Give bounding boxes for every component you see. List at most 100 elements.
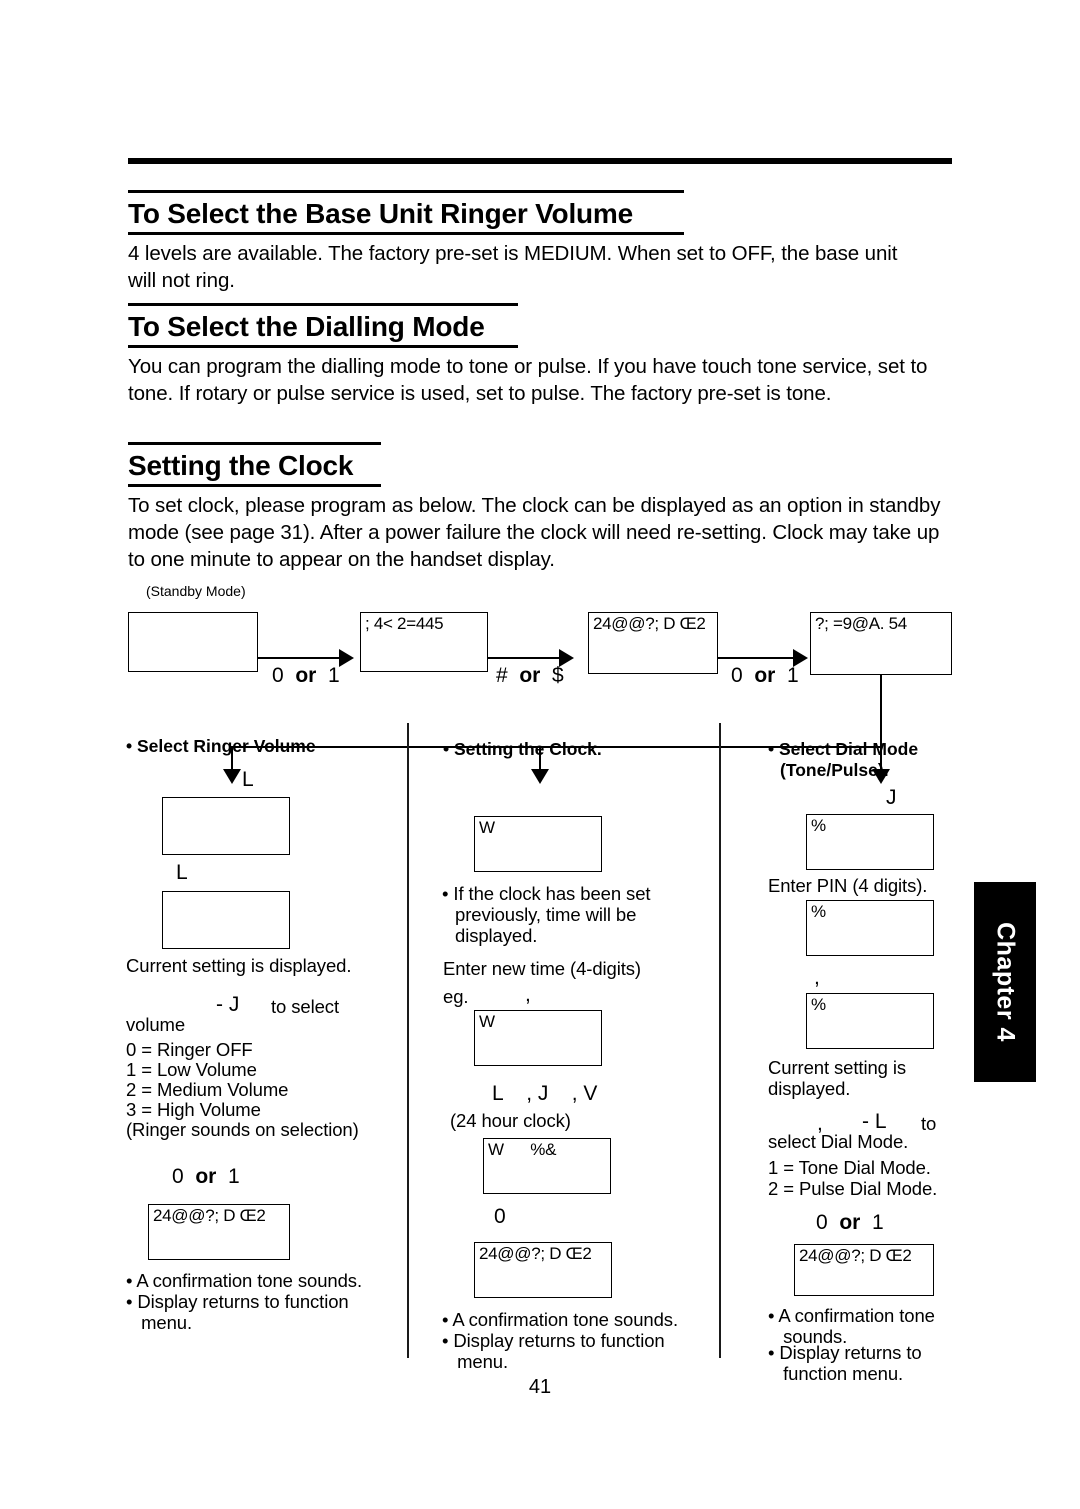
column-2-bullet-2: menu. [442,1351,509,1372]
key-second: 1 [787,664,799,687]
key-first: 0 [172,1165,184,1188]
column-separator-2 [719,723,721,1358]
document-page: To Select the Base Unit Ringer Volume 4 … [0,0,1080,1509]
flow-display-2-text: ; 4< 2=445 [365,614,444,633]
column-2-symbol-row: L , J , V [492,1082,598,1105]
section-body-dialling-mode: You can program the dialling mode to ton… [128,355,928,405]
key-or: or [519,664,541,687]
column-3-key-label: 0 or 1 [816,1211,884,1235]
flow-branch-arrow-1 [223,769,241,784]
column-3-option-1: 2 = Pulse Dial Mode. [768,1178,938,1199]
column-2-bullet-0: • A confirmation tone sounds. [442,1309,679,1330]
heading-rule-top [128,190,684,193]
key-second: $ [552,664,564,687]
column-2-final-display-text: 24@@?; D Œ2 [479,1244,592,1263]
key-or: or [195,1165,217,1188]
column-1-bullet-0: • A confirmation tone sounds. [126,1270,363,1291]
heading-text: To Select the Base Unit Ringer Volume [128,198,633,229]
column-2-display-2-text: W [479,1012,495,1031]
key-first: 0 [494,1205,506,1228]
column-3-note-current-l2: displayed. [768,1078,851,1099]
section-body-setting-clock: To set clock, please program as below. T… [128,494,941,571]
column-3-note-current-l1: Current setting is [768,1057,907,1078]
standby-mode-label: (Standby Mode) [146,583,246,599]
top-rule [128,158,952,164]
column-2-display-3: W %& [483,1138,611,1194]
key-second: 1 [872,1211,884,1234]
column-2-bullet-clock-set-l1: • If the clock has been set [442,883,651,904]
key-second: 1 [228,1165,240,1188]
column-3-final-display: 24@@?; D Œ2 [794,1244,934,1296]
column-2-display-3-text: W %& [488,1140,557,1159]
column-2-key-label: 0 [494,1205,506,1229]
column-3-display-3-text: % [811,995,826,1014]
flow-arrow-1-line [258,657,341,659]
column-3-select-text-cont: select Dial Mode. [768,1131,909,1152]
flow-arrow-3-line [718,657,795,659]
column-2-bullet-clock-set-l3: displayed. [455,925,538,946]
column-3-title-line2: (Tone/Pulse). [780,760,889,780]
column-2-eg-label: eg. [443,986,469,1007]
column-1-note-current-setting: Current setting is displayed. [126,955,352,976]
column-2-eg-symbol: , [525,983,531,1006]
page-number: 41 [528,1376,552,1398]
column-2-display-1-text: W [479,818,495,837]
key-first: 0 [272,664,284,687]
flow-display-1 [128,612,258,672]
flow-branch-arrow-2 [531,769,549,784]
column-1-display-2 [162,891,290,949]
key-or: or [839,1211,861,1234]
column-1-select-text: to select [271,996,339,1017]
key-first: # [496,664,508,687]
key-or: or [754,664,776,687]
column-2-bullet-1: • Display returns to function [442,1330,665,1351]
chapter-tab-label: Chapter 4 [991,922,1020,1042]
chapter-tab: Chapter 4 [974,882,1036,1082]
column-3-display-2-text: % [811,902,826,921]
heading-text: Setting the Clock [128,450,354,481]
column-2-clock-note: (24 hour clock) [450,1110,571,1131]
heading-rule-bottom [128,345,518,348]
flow-display-3: 24@@?; D Œ2 [588,612,718,674]
column-1-select-text-cont: volume [126,1014,186,1035]
key-first: 0 [816,1211,828,1234]
column-3-sym-above-box3: , [814,966,820,989]
column-2-final-display: 24@@?; D Œ2 [474,1242,612,1298]
column-3-display-1-text: % [811,816,826,835]
heading-rule-bottom [128,484,381,487]
column-3-display-3: % [806,993,934,1049]
column-1-option-4: (Ringer sounds on selection) [126,1119,359,1140]
column-separator-1 [407,723,409,1358]
column-2-display-1: W [474,816,602,872]
column-1-title: • Select Ringer Volume [126,736,316,756]
heading-rule-bottom [128,232,684,235]
flow-display-2: ; 4< 2=445 [360,612,488,672]
flow-display-4-text: ?; =9@A. 54 [815,614,907,633]
column-1-select-symbol: - J [216,993,240,1016]
column-1-key-label: 0 or 1 [172,1165,240,1189]
section-heading-dialling-mode: To Select the Dialling Mode [128,303,518,348]
column-2-display-2: W [474,1010,602,1066]
column-3-bullet-2: • Display returns to [768,1342,922,1363]
column-1-bullet-1: • Display returns to function [126,1291,349,1312]
column-3-option-0: 1 = Tone Dial Mode. [768,1157,931,1178]
column-3-select-text: to [921,1113,937,1134]
flow-arrow-1-head [339,649,354,667]
column-2-bullet-clock-set-l2: previously, time will be [455,904,637,925]
column-2-enter-new-time: Enter new time (4-digits) [443,958,641,979]
column-3-final-display-text: 24@@?; D Œ2 [799,1246,912,1265]
column-3-display-2: % [806,900,934,956]
column-3-title-line1: • Select Dial Mode [768,739,919,759]
heading-rule-top [128,442,381,445]
flow-key-label-2: # or $ [496,664,564,688]
key-second: 1 [328,664,340,687]
flow-display-3-text: 24@@?; D Œ2 [593,614,706,633]
heading-rule-top [128,303,518,306]
column-3-display-1: % [806,814,934,870]
column-2-title: • Setting the Clock. [443,739,602,759]
flow-display-4: ?; =9@A. 54 [810,612,952,675]
heading-text: To Select the Dialling Mode [128,311,485,342]
section-heading-setting-clock: Setting the Clock [128,442,381,487]
flow-key-label-3: 0 or 1 [731,664,799,688]
column-1-sym-above-box2: L [176,861,188,884]
